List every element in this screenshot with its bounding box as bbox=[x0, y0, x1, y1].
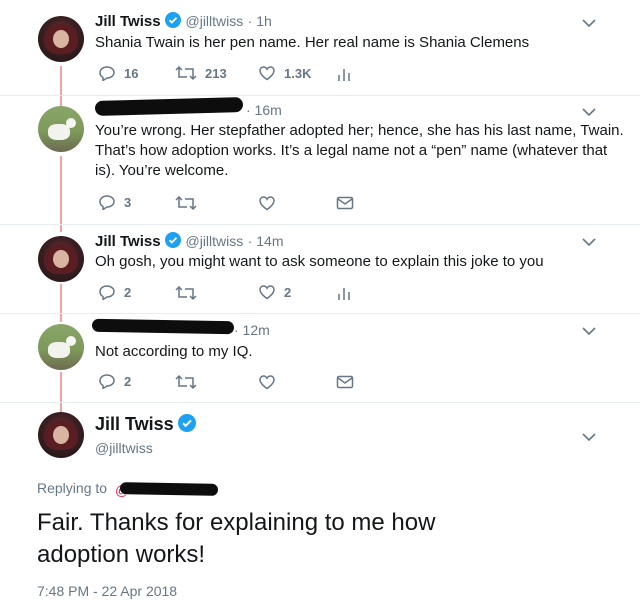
redaction-mark bbox=[119, 482, 219, 496]
reply-count: 3 bbox=[124, 194, 132, 210]
tweet-text: Oh gosh, you might want to ask someone t… bbox=[95, 253, 544, 270]
like-button[interactable]: 1.3K bbox=[258, 65, 311, 81]
divider bbox=[0, 95, 640, 96]
author-name[interactable]: Jill Twiss bbox=[95, 233, 161, 250]
verified-badge-icon bbox=[178, 414, 197, 432]
like-icon bbox=[259, 66, 275, 81]
reply-icon bbox=[99, 66, 115, 81]
avatar[interactable] bbox=[38, 16, 84, 62]
avatar[interactable] bbox=[38, 236, 84, 282]
tweet-text-line: is). You’re welcome. bbox=[95, 162, 229, 179]
redaction-mark bbox=[94, 97, 244, 116]
author-handle[interactable]: @jilltwiss bbox=[186, 233, 244, 249]
retweet-button[interactable]: 213 bbox=[175, 65, 227, 81]
tweet-text: Shania Twain is her pen name. Her real n… bbox=[95, 34, 530, 51]
retweet-icon[interactable] bbox=[175, 374, 197, 390]
chevron-down-icon[interactable] bbox=[582, 326, 596, 336]
chevron-down-icon[interactable] bbox=[582, 237, 596, 247]
tweet-time[interactable]: · 12m bbox=[234, 322, 270, 338]
message-icon[interactable] bbox=[336, 196, 354, 210]
thread-line bbox=[60, 284, 62, 322]
reply-icon bbox=[99, 374, 115, 389]
tweet-time[interactable]: · 1h bbox=[248, 13, 272, 29]
author-handle[interactable]: @jilltwiss bbox=[95, 440, 153, 456]
like-count: 1.3K bbox=[284, 65, 312, 81]
reply-button[interactable]: 3 bbox=[98, 194, 131, 210]
retweet-icon[interactable] bbox=[175, 285, 197, 301]
avatar[interactable] bbox=[38, 106, 84, 152]
like-count: 2 bbox=[284, 284, 292, 300]
reply-icon bbox=[99, 285, 115, 300]
reply-button[interactable]: 2 bbox=[98, 284, 131, 300]
author-name[interactable]: Jill Twiss bbox=[95, 414, 174, 434]
retweet-count: 213 bbox=[205, 65, 227, 81]
analytics-icon[interactable] bbox=[337, 285, 351, 301]
reply-count: 2 bbox=[124, 284, 132, 300]
avatar[interactable] bbox=[38, 324, 84, 370]
reply-button[interactable]: 2 bbox=[98, 373, 131, 389]
replying-to: Replying to bbox=[37, 480, 107, 496]
like-icon[interactable] bbox=[258, 374, 276, 390]
tweet-timestamp[interactable]: 7:48 PM - 22 Apr 2018 bbox=[37, 583, 177, 599]
author-name[interactable]: Jill Twiss bbox=[95, 13, 161, 30]
reply-icon bbox=[99, 195, 115, 210]
tweet-header: Jill Twiss @jilltwiss · 14m bbox=[95, 232, 284, 251]
chevron-down-icon[interactable] bbox=[582, 432, 596, 442]
tweet-time[interactable]: · 16m bbox=[246, 102, 282, 118]
reply-count: 2 bbox=[124, 373, 132, 389]
verified-badge-icon bbox=[165, 232, 182, 248]
divider bbox=[0, 224, 640, 225]
like-button[interactable]: 2 bbox=[258, 284, 291, 300]
thread-line bbox=[60, 372, 62, 412]
divider bbox=[0, 402, 640, 403]
avatar[interactable] bbox=[38, 412, 84, 458]
chevron-down-icon[interactable] bbox=[582, 107, 596, 117]
reply-button[interactable]: 16 bbox=[98, 65, 138, 81]
verified-badge-icon bbox=[165, 12, 182, 28]
tweet-header: Jill Twiss @jilltwiss · 1h bbox=[95, 12, 272, 31]
retweet-icon[interactable] bbox=[175, 195, 197, 211]
tweet-text-line: You’re wrong. Her stepfather adopted her… bbox=[95, 122, 624, 139]
replying-to-label: Replying to bbox=[37, 480, 108, 496]
tweet-time[interactable]: · 14m bbox=[248, 233, 284, 249]
thread-line bbox=[60, 66, 62, 108]
redaction-mark bbox=[91, 318, 235, 335]
tweet-text-line: That’s how adoption works. It’s a legal … bbox=[95, 142, 608, 159]
retweet-icon bbox=[175, 65, 197, 81]
chevron-down-icon[interactable] bbox=[582, 18, 596, 28]
tweet-text-line: adoption works! bbox=[37, 541, 206, 568]
reply-count: 16 bbox=[124, 65, 139, 81]
divider bbox=[0, 313, 640, 314]
author-handle[interactable]: @jilltwiss bbox=[186, 13, 244, 29]
message-icon[interactable] bbox=[336, 375, 354, 389]
thread-line bbox=[60, 156, 62, 232]
main-author: Jill Twiss bbox=[95, 414, 197, 435]
tweet-text: Not according to my IQ. bbox=[95, 343, 253, 360]
tweet-text-line: Fair. Thanks for explaining to me how bbox=[37, 509, 436, 536]
like-icon bbox=[259, 285, 275, 300]
analytics-icon[interactable] bbox=[337, 66, 351, 82]
like-icon[interactable] bbox=[258, 195, 276, 211]
